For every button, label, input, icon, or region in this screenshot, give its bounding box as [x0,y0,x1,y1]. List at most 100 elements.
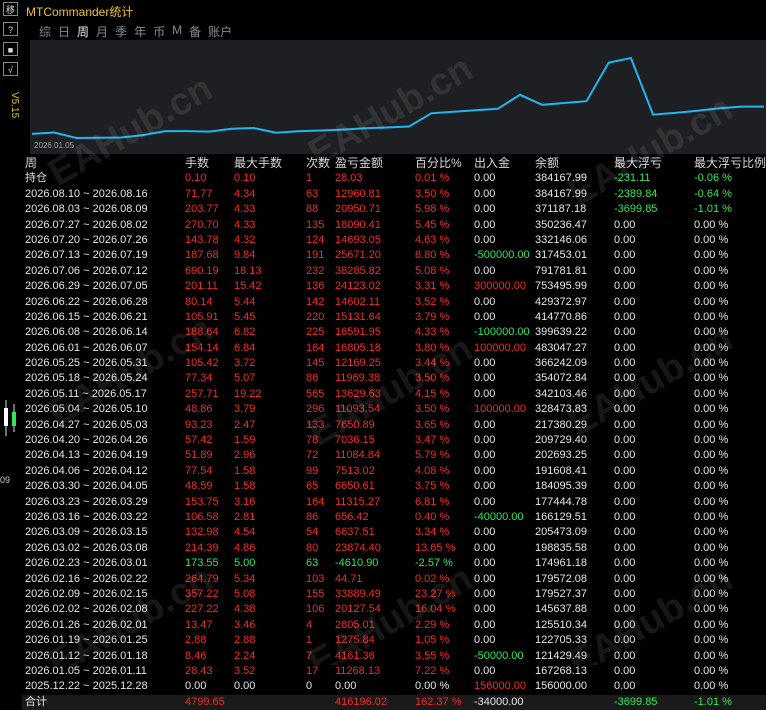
table-row[interactable]: 2026.02.02 ~ 2026.02.08 227.22 4.38 106 2012… [22,602,766,617]
cell-pnl: 33889.49 [335,587,381,600]
cell-max-dd: 0.00 [614,218,636,231]
table-row[interactable]: 2026.06.22 ~ 2026.06.28 80.14 5.44 142 14602… [22,295,766,310]
tab-7[interactable]: M [169,23,185,39]
cell-balance: 384167.99 [535,187,587,200]
cell-balance: 184095.39 [535,480,587,493]
column-header[interactable]: 周 [25,156,37,171]
column-header[interactable]: 盈亏金额 [335,156,383,171]
table-row[interactable]: 2026.08.10 ~ 2026.08.16 71.77 4.34 63 12960.… [22,187,766,202]
cell-lots: 105.91 [185,310,219,323]
cell-max-lots: 2.24 [234,649,256,662]
cell-lots: 173.55 [185,557,219,570]
confirm-button[interactable]: √ [3,62,18,76]
column-header[interactable]: 百分比% [415,156,462,171]
tab-9[interactable]: 账户 [205,23,235,39]
column-header[interactable]: 最大浮亏 [614,156,662,171]
tab-1[interactable]: 日 [55,23,73,39]
cell-count: 220 [306,310,325,323]
table-row[interactable]: 2026.05.25 ~ 2026.05.31 105.42 3.72 145 1216… [22,356,766,371]
table-row[interactable]: 持仓 0.10 0.10 1 28.03 0.01 % 0.00 384167.99 -231.… [22,171,766,186]
table-row[interactable]: 2026.06.01 ~ 2026.06.07 154.14 6.84 164 1680… [22,341,766,356]
cell-pct: 3.31 % [415,280,450,293]
cell-max-dd_pct: 0.00 % [694,449,729,462]
table-row[interactable]: 2026.01.05 ~ 2026.01.11 28.43 3.52 17 11268.… [22,664,766,679]
table-row[interactable]: 2026.02.23 ~ 2026.03.01 173.55 5.00 63 -4610… [22,556,766,571]
table-row[interactable]: 2026.07.20 ~ 2026.07.26 143.78 4.32 124 1469… [22,233,766,248]
table-row[interactable]: 2026.03.16 ~ 2026.03.22 106.58 2.81 86 656.4… [22,510,766,525]
cell-pct: 13.65 % [415,541,456,554]
table-row[interactable]: 2026.05.18 ~ 2026.05.24 77.34 5.07 86 11969.… [22,371,766,386]
cell-flow: -500000.00 [474,249,530,262]
cell-pct: 3.44 % [415,357,450,370]
cell-max-lots: 3.46 [234,618,256,631]
tab-5[interactable]: 年 [131,23,149,39]
cell-pct: 2.29 % [415,618,450,631]
column-header[interactable]: 最大浮亏比例 [694,156,766,171]
cell-period: 2026.06.01 ~ 2026.06.07 [25,341,148,354]
table-row[interactable]: 2026.03.09 ~ 2026.03.15 132.98 4.54 54 6637.… [22,525,766,540]
table-row[interactable]: 2026.05.11 ~ 2026.05.17 257.71 19.22 565 136… [22,387,766,402]
equity-chart: 2026.01.05 [30,40,766,154]
cell-flow: 0.00 [474,480,496,493]
cell-max-dd: 0.00 [614,403,636,416]
table-row[interactable]: 2026.02.16 ~ 2026.02.22 264.79 5.34 103 44.7… [22,572,766,587]
cell-lots: 227.22 [185,603,219,616]
cell-count: 106 [306,603,325,616]
table-row[interactable]: 2026.04.06 ~ 2026.04.12 77.54 1.58 99 7513.0… [22,464,766,479]
table-row[interactable]: 2026.03.02 ~ 2026.03.08 214.39 4.86 80 23874… [22,541,766,556]
table-row[interactable]: 2026.01.19 ~ 2026.01.25 2.88 2.88 1 1275.84 1… [22,633,766,648]
period-tabs: 综日周月季年币 M 备账户 [36,23,236,39]
cell-pnl: 24123.02 [335,280,381,293]
table-row[interactable]: 2026.03.23 ~ 2026.03.29 153.75 3.16 164 1131… [22,495,766,510]
table-row[interactable]: 2026.06.29 ~ 2026.07.05 201.11 15.42 136 241… [22,279,766,294]
cell-flow: 0.00 [474,418,496,431]
table-row[interactable]: 2026.05.04 ~ 2026.05.10 48.86 3.79 296 11093… [22,402,766,417]
table-row[interactable]: 2025.12.22 ~ 2025.12.28 0.00 0.00 0 0.00 0.00… [22,679,766,694]
move-button[interactable]: 移 [3,2,18,16]
cell-max-dd: 0.00 [614,526,636,539]
table-row[interactable]: 2026.07.06 ~ 2026.07.12 690.19 18.13 232 382… [22,264,766,279]
cell-max-dd: 0.00 [614,280,636,293]
column-header[interactable]: 次数 [306,156,330,171]
cell-count: 54 [306,526,319,539]
cell-balance: 317453.01 [535,249,587,262]
table-row[interactable]: 2026.01.12 ~ 2026.01.18 8.46 2.24 7 4161.36 3… [22,649,766,664]
tab-6[interactable]: 币 [150,23,168,39]
table-row[interactable]: 2026.01.26 ~ 2026.02.01 13.47 3.46 4 2805.01… [22,618,766,633]
column-header[interactable]: 最大手数 [234,156,282,171]
column-header[interactable]: 出入金 [474,156,510,171]
cell-flow: 100000.00 [474,341,526,354]
table-total-row[interactable]: 合计 4799.65 416196.02 162.37 % -34000.00 -3699… [22,694,766,710]
tab-3[interactable]: 月 [93,23,111,39]
cell-lots: 4799.65 [185,695,225,708]
column-header[interactable]: 余额 [535,156,559,171]
cell-max-lots: 3.52 [234,664,256,677]
table-row[interactable]: 2026.03.30 ~ 2026.04.05 48.59 1.58 65 6650.6… [22,479,766,494]
cell-period: 2026.03.30 ~ 2026.04.05 [25,480,148,493]
table-row[interactable]: 2026.07.13 ~ 2026.07.19 187.68 9.84 191 2567… [22,248,766,263]
table-row[interactable]: 2026.06.08 ~ 2026.06.14 188.64 6.82 225 1659… [22,325,766,340]
column-header[interactable]: 手数 [185,156,209,171]
table-row[interactable]: 2026.04.27 ~ 2026.05.03 93.23 2.47 133 7650.… [22,418,766,433]
table-row[interactable]: 2026.08.03 ~ 2026.08.09 203.77 4.33 88 20950… [22,202,766,217]
table-row[interactable]: 2026.02.09 ~ 2026.02.15 357.22 5.08 155 3388… [22,587,766,602]
tab-0[interactable]: 综 [36,23,54,39]
table-row[interactable]: 2026.04.20 ~ 2026.04.26 57.42 1.59 78 7036.1… [22,433,766,448]
cell-max-dd: 0.00 [614,357,636,370]
cell-max-lots: 3.16 [234,495,256,508]
help-button[interactable]: ? [3,22,18,36]
table-row[interactable]: 2026.06.15 ~ 2026.06.21 105.91 5.45 220 1513… [22,310,766,325]
cell-count: 133 [306,418,325,431]
stop-button[interactable]: ■ [3,42,18,56]
cell-lots: 105.42 [185,357,219,370]
tab-4[interactable]: 季 [112,23,130,39]
table-row[interactable]: 2026.07.27 ~ 2026.08.02 270.70 4.33 135 1809… [22,218,766,233]
cell-period: 2026.05.04 ~ 2026.05.10 [25,403,148,416]
tab-2[interactable]: 周 [74,23,92,39]
table-row[interactable]: 2026.04.13 ~ 2026.04.19 51.89 2.96 72 11084.… [22,448,766,463]
cell-pct: 3.75 % [415,480,450,493]
left-toolbar: 移 ? ■ √ V5.15 09 [0,0,23,665]
tab-8[interactable]: 备 [186,23,204,39]
cell-max-lots: 0.00 [234,680,256,693]
cell-period: 2026.07.06 ~ 2026.07.12 [25,264,148,277]
